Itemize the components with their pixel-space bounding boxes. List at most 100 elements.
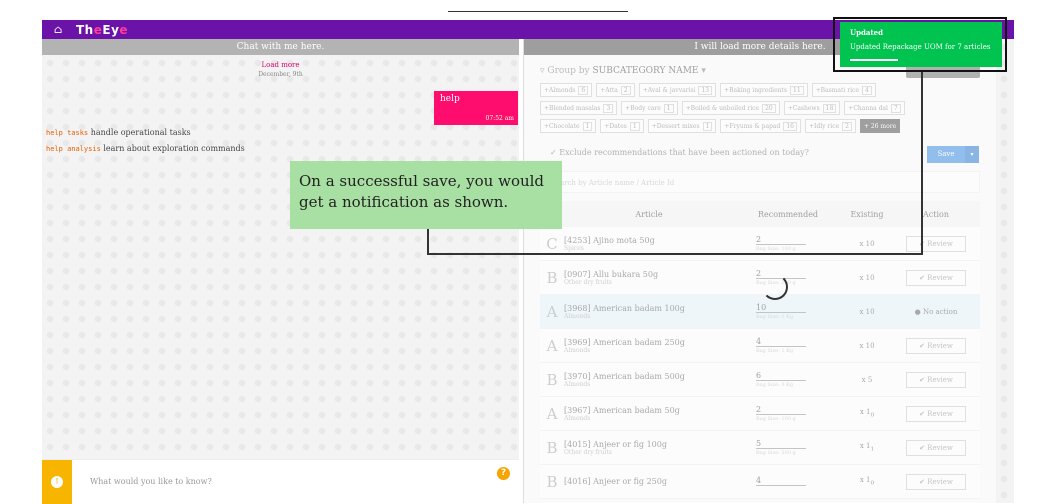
details-panel: I will load more details here. ▿ Group b…	[523, 39, 996, 503]
help-icon[interactable]: ?	[497, 467, 510, 480]
chat-panel-header: Chat with me here.	[42, 39, 519, 55]
recommended-cell[interactable]: 5 Bag Size: 500 g	[734, 439, 842, 456]
class-label: A	[546, 336, 558, 355]
class-label: A	[546, 302, 558, 321]
table-row[interactable]: A [3968] American badam 100g Almonds 10 Ba…	[540, 295, 980, 329]
category-chip[interactable]: + Atta 2	[596, 83, 635, 97]
category-chip[interactable]: + Almonds 6	[540, 83, 593, 97]
recommended-cell[interactable]: 4	[734, 476, 842, 487]
table-row[interactable]: B [0907] Allu bukara 50g Other dry fruits…	[540, 261, 980, 295]
review-button[interactable]: ✔ Review	[906, 405, 966, 422]
user-message-time: 07:52 am	[485, 115, 514, 122]
review-button[interactable]: ✔ Review	[906, 473, 966, 490]
user-message: help 07:52 am	[434, 91, 518, 125]
recommended-cell[interactable]: 2 Bag Size: 100 g	[734, 405, 842, 422]
review-button[interactable]: ✔ Review	[906, 371, 966, 388]
table-row[interactable]: C [4253] Ajino mota 50g Spices 2 Bag Size:…	[540, 227, 980, 261]
recommended-cell[interactable]: 2 Bag Size: 100 g	[734, 235, 842, 252]
command-code[interactable]: help analysis	[46, 145, 101, 153]
tutorial-callout: On a successful save, you would get a no…	[290, 161, 562, 229]
command-line: help tasks handle operational tasks	[46, 128, 191, 137]
exclude-actioned-label: Exclude recommendations that have been a…	[559, 148, 809, 157]
class-label: B	[546, 438, 558, 457]
callout-connector	[427, 253, 923, 255]
check-circle-icon: ✔	[919, 375, 928, 384]
category-chip[interactable]: + Dessert mixes 1	[647, 119, 717, 133]
category-chip[interactable]: + Channa dal 7	[844, 101, 905, 115]
group-by-selector[interactable]: ▿ Group by SUBCATEGORY NAME ▾	[540, 66, 706, 76]
check-circle-icon: ✔	[919, 443, 928, 452]
upload-button[interactable]: ↑	[42, 459, 72, 504]
existing-cell: x 10	[859, 239, 875, 248]
article-cell: [3969] American badam 250g Almonds	[564, 337, 685, 354]
column-header[interactable]: Action	[892, 210, 980, 219]
category-chip[interactable]: + Baking ingredients 11	[720, 83, 808, 97]
column-header[interactable]: Existing	[842, 210, 892, 219]
article-search-input[interactable]: Search by Article name / Article Id	[540, 171, 980, 193]
app-logo[interactable]: TheEye	[76, 23, 128, 37]
existing-cell: x 11	[859, 442, 875, 453]
table-row[interactable]: A [3969] American badam 250g Almonds 4 Bag…	[540, 329, 980, 363]
existing-cell: x 5	[861, 375, 873, 384]
review-button[interactable]: ✔ Review	[906, 439, 966, 456]
column-header[interactable]: Article	[564, 210, 734, 219]
more-chips-button[interactable]: + 26 more	[859, 119, 901, 133]
category-chip[interactable]: + Dates 1	[600, 119, 644, 133]
top-divider	[448, 11, 628, 12]
article-cell: [4015] Anjeer or fig 100g Other dry fruit…	[564, 439, 667, 456]
review-button[interactable]: ✔ Review	[906, 235, 966, 252]
table-row[interactable]: A [3967] American badam 50g Almonds 2 Bag …	[540, 397, 980, 431]
scrollbar[interactable]	[996, 39, 1014, 503]
recommended-cell[interactable]: 4 Bag Size: 1 Kg	[734, 337, 842, 354]
category-chip[interactable]: + Fryums & papad 16	[720, 119, 801, 133]
command-code[interactable]: help tasks	[46, 129, 88, 137]
review-button[interactable]: ✔ Review	[906, 337, 966, 354]
recommended-cell[interactable]: 10 Bag Size: 1 Kg	[734, 303, 842, 320]
chip-row: + Almonds 6 + Atta 2 + Aval & javvarisi 13 …	[540, 83, 980, 97]
article-cell: [3968] American badam 100g Almonds	[564, 303, 685, 320]
info-icon: ●	[914, 307, 923, 316]
category-chip[interactable]: + Basmati rice 4	[811, 83, 876, 97]
chip-row: + Blended masalas 3 + Body care 1 + Boiled…	[540, 101, 980, 115]
existing-cell: x 10	[859, 341, 875, 350]
class-label: C	[546, 234, 558, 253]
arrow-up-icon: ↑	[51, 475, 63, 488]
category-chip[interactable]: + Chocolate 1	[540, 119, 597, 133]
load-more-link[interactable]: Load more	[42, 61, 519, 69]
save-button[interactable]: Save	[927, 146, 965, 163]
exclude-actioned-checkbox[interactable]: ✓ Exclude recommendations that have been…	[550, 148, 809, 157]
review-button[interactable]: ✔ Review	[906, 269, 966, 286]
group-by-field: SUBCATEGORY NAME	[592, 66, 699, 76]
table-row[interactable]: B [3970] American badam 500g Almonds 6 Bag…	[540, 363, 980, 397]
chevron-down-icon: ▾	[701, 66, 706, 76]
column-header[interactable]: Recommended	[734, 210, 842, 219]
save-dropdown-button[interactable]: ▾	[965, 146, 979, 163]
category-chip[interactable]: + Blended masalas 3	[540, 101, 618, 115]
table-row[interactable]: B [4015] Anjeer or fig 100g Other dry fru…	[540, 431, 980, 465]
article-cell: [4016] Anjeer or fig 250g	[564, 477, 667, 486]
table-header: Article Recommended Existing Action	[540, 201, 980, 227]
class-label: B	[546, 370, 558, 389]
chip-row: + Chocolate 1 + Dates 1 + Dessert mixes 1 +…	[540, 119, 980, 133]
command-line: help analysis learn about exploration co…	[46, 144, 245, 153]
no-action-status: ● No action	[914, 307, 958, 316]
recommended-cell[interactable]: 6 Bag Size: 3 Kg	[734, 371, 842, 388]
recommended-cell[interactable]: 2 Bag Size: 100 g	[734, 269, 842, 286]
chat-input[interactable]: What would you like to know?	[90, 477, 519, 486]
command-desc: handle operational tasks	[90, 128, 191, 137]
article-cell: [3970] American badam 500g Almonds	[564, 371, 685, 388]
article-cell: [3967] American badam 50g Almonds	[564, 405, 680, 422]
category-chips: + Almonds 6 + Atta 2 + Aval & javvarisi 13 …	[540, 83, 980, 137]
home-icon[interactable]: ⌂	[54, 23, 66, 36]
class-label: A	[546, 404, 558, 423]
category-chip[interactable]: + Cashews 18	[783, 101, 841, 115]
table-row[interactable]: B [4016] Anjeer or fig 250g 4 x 10 ✔ Rev…	[540, 465, 980, 499]
chat-date: December, 9th	[258, 71, 303, 78]
category-chip[interactable]: + Idly rice 2	[804, 119, 856, 133]
category-chip[interactable]: + Aval & javvarisi 13	[638, 83, 717, 97]
group-by-label: Group by	[547, 66, 590, 76]
category-chip[interactable]: + Boiled & unboiled rice 20	[681, 101, 780, 115]
category-chip[interactable]: + Body care 1	[621, 101, 678, 115]
chat-input-bar: ↑ What would you like to know?	[42, 459, 519, 504]
existing-cell: x 10	[859, 408, 875, 419]
